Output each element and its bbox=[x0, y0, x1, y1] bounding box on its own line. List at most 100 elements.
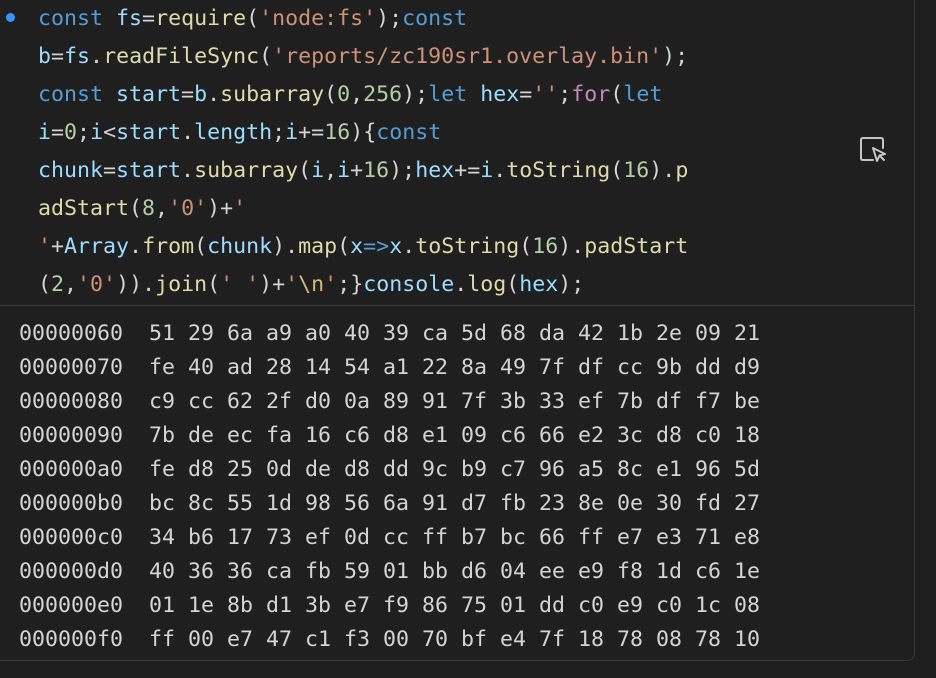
code-token: )+ bbox=[259, 272, 286, 297]
code-token: . bbox=[90, 44, 104, 69]
code-token: b bbox=[194, 82, 208, 107]
code-token: let bbox=[623, 82, 663, 107]
hex-row: 00000070 fe 40 ad 28 14 54 a1 22 8a 49 7… bbox=[19, 355, 761, 380]
hex-row: 000000a0 fe d8 25 0d de d8 dd 9c b9 c7 9… bbox=[19, 457, 761, 482]
code-token: padStart bbox=[584, 234, 689, 259]
hex-row: 00000060 51 29 6a a9 a0 40 39 ca 5d 68 d… bbox=[19, 321, 761, 346]
code-token: ' bbox=[233, 196, 247, 221]
code-token: ( bbox=[519, 234, 533, 259]
code-token: ( bbox=[337, 234, 351, 259]
code-line: const start=b.subarray(0,256);let hex=''… bbox=[38, 76, 688, 114]
code-token: 0 bbox=[337, 82, 351, 107]
code-token: = bbox=[51, 120, 65, 145]
code-token: adStart bbox=[38, 196, 130, 221]
code-token: ); bbox=[402, 82, 429, 107]
code-token: . bbox=[129, 234, 143, 259]
hex-row: 000000f0 ff 00 e7 47 c1 f3 00 70 bf e4 7… bbox=[19, 627, 761, 652]
code-token: ;} bbox=[337, 272, 364, 297]
code-line: i=0;i<start.length;i+=16){const bbox=[38, 114, 688, 152]
copy-to-terminal-button[interactable] bbox=[856, 133, 892, 167]
code-token: \n bbox=[298, 272, 325, 297]
code-line: '+Array.from(chunk).map(x=>x.toString(16… bbox=[38, 228, 688, 266]
code-token: += bbox=[298, 120, 325, 145]
code-token: const bbox=[38, 6, 104, 31]
code-token: + bbox=[51, 234, 65, 259]
code-token: for bbox=[571, 82, 611, 107]
code-token: ). bbox=[558, 234, 585, 259]
hex-row: 00000090 7b de ec fa 16 c6 d8 e1 09 c6 6… bbox=[19, 423, 761, 448]
code-token: i bbox=[38, 120, 52, 145]
code-token: i bbox=[337, 158, 351, 183]
code-token: = bbox=[142, 6, 156, 31]
hex-row: 000000b0 bc 8c 55 1d 98 56 6a 91 d7 fb 2… bbox=[19, 491, 761, 516]
code-token: ; bbox=[77, 120, 91, 145]
code-token: ' bbox=[38, 234, 52, 259]
code-token: . bbox=[181, 158, 195, 183]
code-token: ; bbox=[558, 82, 572, 107]
code-line: const fs=require('node:fs');const bbox=[38, 0, 688, 38]
code-token: 2 bbox=[51, 272, 65, 297]
code-line: b=fs.readFileSync('reports/zc190sr1.over… bbox=[38, 38, 688, 76]
code-token: )). bbox=[116, 272, 156, 297]
code-token: ( bbox=[194, 234, 208, 259]
code-token: chunk bbox=[207, 234, 273, 259]
code-token: ( bbox=[246, 6, 260, 31]
code-token: ' ' bbox=[220, 272, 260, 297]
hex-dump: 00000060 51 29 6a a9 a0 40 39 ca 5d 68 d… bbox=[19, 317, 760, 657]
code-token: ); bbox=[558, 272, 585, 297]
code-token: , bbox=[155, 196, 169, 221]
code-token: toString bbox=[506, 158, 611, 183]
code-token: hex bbox=[480, 82, 520, 107]
code-token: const bbox=[38, 82, 104, 107]
code-token: . bbox=[181, 120, 195, 145]
code-token: ); bbox=[376, 6, 403, 31]
code-token: ( bbox=[38, 272, 52, 297]
code-token: b bbox=[38, 44, 52, 69]
copy-to-terminal-icon bbox=[860, 137, 886, 162]
hex-row: 000000c0 34 b6 17 73 ef 0d cc ff b7 bc 6… bbox=[19, 525, 761, 550]
code-token: fs bbox=[116, 6, 143, 31]
code-token: from bbox=[142, 234, 195, 259]
code-token: 16 bbox=[623, 158, 650, 183]
code-token: . bbox=[493, 158, 507, 183]
code-token: require bbox=[155, 6, 247, 31]
code-token: '0' bbox=[168, 196, 208, 221]
code-token: length bbox=[194, 120, 273, 145]
code-token: const bbox=[402, 6, 468, 31]
code-token: ( bbox=[298, 158, 312, 183]
hex-row: 000000d0 40 36 36 ca fb 59 01 bb d6 04 e… bbox=[19, 559, 761, 584]
code-token: += bbox=[454, 158, 481, 183]
code-token: subarray bbox=[220, 82, 325, 107]
code-token: ( bbox=[610, 82, 624, 107]
code-token: start bbox=[116, 120, 182, 145]
code-line: adStart(8,'0')+' bbox=[38, 190, 688, 228]
code-token: ( bbox=[207, 272, 221, 297]
code-token: console bbox=[363, 272, 455, 297]
code-token: ); bbox=[389, 158, 416, 183]
code-token: start bbox=[116, 82, 182, 107]
code-token: readFileSync bbox=[103, 44, 260, 69]
terminal-output: 00000060 51 29 6a a9 a0 40 39 ca 5d 68 d… bbox=[0, 306, 914, 660]
code-token: subarray bbox=[194, 158, 299, 183]
status-dot-icon bbox=[6, 13, 15, 22]
code-token: start bbox=[116, 158, 182, 183]
code-token: Array bbox=[64, 234, 130, 259]
code-token: ){ bbox=[350, 120, 377, 145]
code-token: )+ bbox=[207, 196, 234, 221]
hex-row: 00000080 c9 cc 62 2f d0 0a 89 91 7f 3b 3… bbox=[19, 389, 761, 414]
code-token: = bbox=[103, 158, 117, 183]
code-token: i bbox=[285, 120, 299, 145]
code-token: ( bbox=[506, 272, 520, 297]
code-token: < bbox=[103, 120, 117, 145]
code-token: ). bbox=[649, 158, 676, 183]
code-token: i bbox=[90, 120, 104, 145]
code-lines: const fs=require('node:fs');const b=fs.re… bbox=[38, 0, 688, 304]
code-token: toString bbox=[415, 234, 520, 259]
code-token: , bbox=[64, 272, 78, 297]
code-line: (2,'0')).join(' ')+'\n';}console.log(hex… bbox=[38, 266, 688, 304]
code-token: = bbox=[181, 82, 195, 107]
code-token: . bbox=[207, 82, 221, 107]
code-token: 256 bbox=[363, 82, 403, 107]
code-token: map bbox=[298, 234, 338, 259]
code-token: , bbox=[350, 82, 364, 107]
